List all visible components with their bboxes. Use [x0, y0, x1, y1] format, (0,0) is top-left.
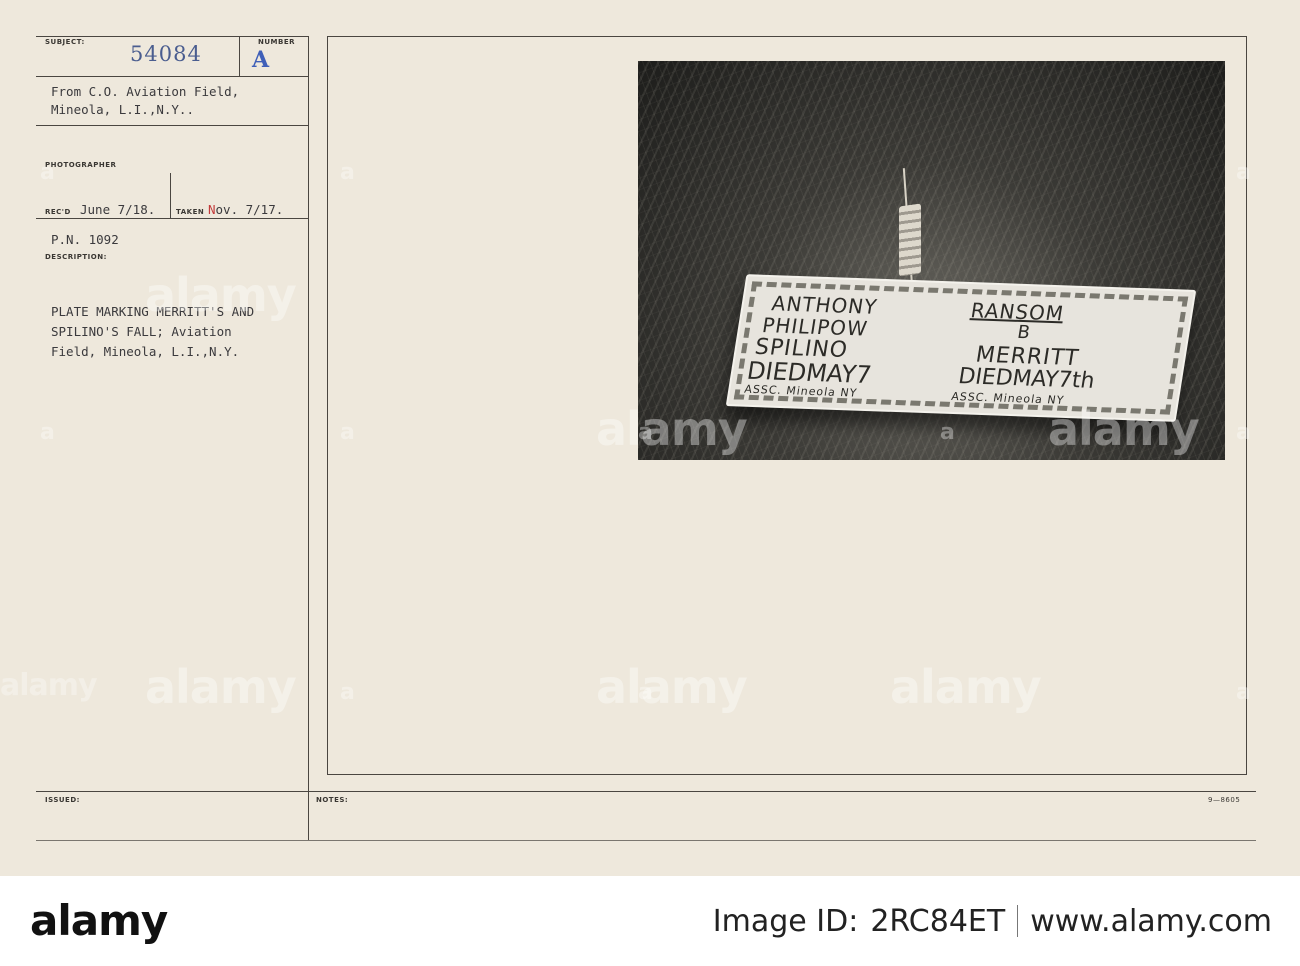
- watermark-mark: a: [638, 680, 653, 705]
- stock-image-id: Image ID: 2RC84ET www.alamy.com: [713, 893, 1272, 949]
- description-line-2: SPILINO'S FALL; Aviation: [51, 324, 232, 339]
- description-label: DESCRIPTION:: [45, 253, 107, 261]
- taken-date: Nov. 7/17.: [208, 202, 283, 218]
- watermark-mark: a: [1236, 160, 1251, 185]
- photographer-label: PHOTOGRAPHER: [45, 161, 117, 169]
- rule-date-divider: [170, 173, 171, 218]
- from-line-2: Mineola, L.I.,N.Y..: [51, 102, 194, 117]
- from-line-1: From C.O. Aviation Field,: [51, 84, 240, 99]
- rule-top-left: [36, 36, 308, 37]
- issued-label: ISSUED:: [45, 796, 80, 804]
- taken-label: TAKEN: [176, 208, 205, 216]
- rule-footer-bottom: [36, 840, 1256, 841]
- watermark: alamy: [145, 268, 297, 322]
- rule-footer-top: [36, 791, 1256, 792]
- description-line-3: Field, Mineola, L.I.,N.Y.: [51, 344, 240, 359]
- watermark-mark: a: [638, 420, 653, 445]
- watermark-mark: a: [340, 160, 355, 185]
- image-id-label: Image ID:: [712, 903, 859, 939]
- frame-left: [327, 36, 328, 775]
- rule-date-bottom: [36, 218, 308, 219]
- watermark-mark: a: [40, 160, 55, 185]
- watermark-mark: a: [940, 420, 955, 445]
- taken-date-rest: ov. 7/17.: [215, 202, 284, 217]
- archive-card: SUBJECT: 54084 NUMBER A From C.O. Aviati…: [0, 0, 1300, 876]
- watermark: alamy: [0, 668, 98, 703]
- number-value: A: [252, 47, 270, 73]
- watermark: alamy: [890, 660, 1042, 714]
- rule-from-bottom: [36, 125, 308, 126]
- frame-bottom: [327, 774, 1247, 775]
- watermark-mark: a: [340, 680, 355, 705]
- image-id-value: 2RC84ET: [870, 903, 1006, 939]
- notes-label: NOTES:: [316, 796, 349, 804]
- rule-subject-bottom: [36, 76, 308, 77]
- pn-number: P.N. 1092: [51, 232, 119, 247]
- taken-date-month-initial: N: [208, 202, 216, 217]
- memorial-plate: ANTHONY PHILIPOW SPILINO DIEDMAY7 ASSC. …: [725, 274, 1197, 422]
- watermark-mark: a: [340, 420, 355, 445]
- frame-right: [1246, 36, 1247, 775]
- recd-label: REC'D: [45, 208, 71, 216]
- plate-right-line-4: DIEDMAY7th: [956, 364, 1097, 394]
- watermark: alamy: [596, 660, 748, 714]
- footer-separator: [1017, 905, 1019, 937]
- watermark: alamy: [1048, 402, 1200, 456]
- watermark-mark: a: [1236, 420, 1251, 445]
- small-flag: [899, 203, 921, 277]
- rule-main-vertical: [308, 36, 309, 840]
- subject-label: SUBJECT:: [45, 38, 85, 46]
- watermark-mark: a: [1236, 680, 1251, 705]
- form-code: 9—8605: [1208, 796, 1241, 804]
- recd-date: June 7/18.: [80, 202, 156, 217]
- subject-number: 54084: [130, 42, 202, 66]
- rule-number-divider: [239, 36, 240, 76]
- watermark-mark: a: [40, 420, 55, 445]
- site-url[interactable]: www.alamy.com: [1030, 904, 1272, 939]
- number-label: NUMBER: [258, 38, 296, 46]
- watermark: alamy: [145, 660, 297, 714]
- frame-top: [327, 36, 1247, 37]
- watermark: alamy: [596, 402, 748, 456]
- plate-right-line-1: RANSOM: [969, 298, 1066, 326]
- stock-logo[interactable]: alamy: [30, 893, 168, 949]
